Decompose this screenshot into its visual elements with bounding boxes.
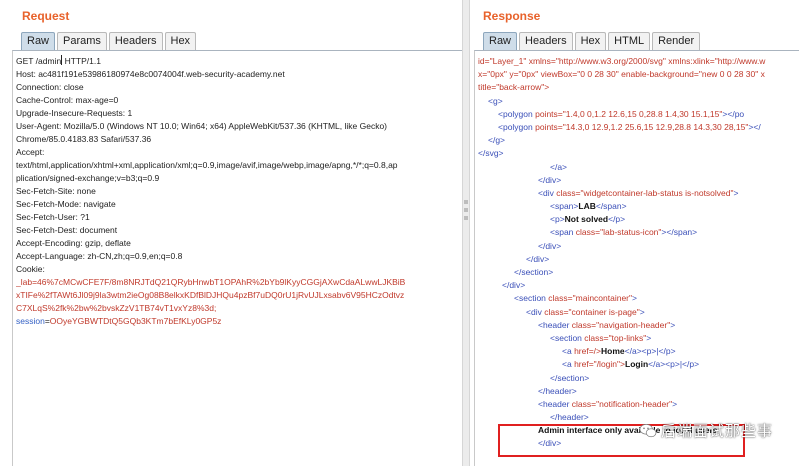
splitter-grip [464,216,468,220]
cookie-lab-value-end: C7XLqS%2fk%2bw%2bvskZzV1TB74vT1vxYz8%3d; [16,303,217,313]
tab-raw[interactable]: Raw [21,32,56,50]
response-pane: Response Raw Headers Hex HTML Render id=… [470,0,799,466]
connection-header: Connection: close [16,82,84,92]
response-title: Response [483,9,541,23]
code-line: <polygon points="1.4,0 0,1.2 12.6,15 0,2… [498,108,745,119]
accept-language-header: Accept-Language: zh-CN,zh;q=0.9,en;q=0.8 [16,251,183,261]
code-line: <polygon points="14.3,0 12.9,1.2 25.6,15… [498,121,761,132]
splitter-grip [464,208,468,212]
tab-hex[interactable]: Hex [574,32,607,50]
cache-control-header: Cache-Control: max-age=0 [16,95,119,105]
response-editor[interactable]: id="Layer_1" xmlns="http://www.w3.org/20… [474,50,799,466]
request-tabs: Raw Params Headers Hex [21,32,198,50]
code-line: <section class="top-links"> [550,332,652,343]
code-line: </g> [488,135,506,146]
session-cookie: session=OOyeYGBWTDtQ5GQb3KTm7bEfKLy0GP5z [16,316,222,326]
response-tabs: Raw Headers Hex HTML Render [483,32,702,50]
accept-value-continued: plication/signed-exchange;v=b3;q=0.9 [16,173,160,183]
code-line: </div> [538,174,562,185]
sec-fetch-site-header: Sec-Fetch-Site: none [16,186,96,196]
code-line: <header class="notification-header"> [538,398,678,409]
cookie-lab-value: _lab=46%7cMCwCFE7F/8m8NRJTdQ21QRybHnwbT1… [16,277,406,287]
code-line: id="Layer_1" xmlns="http://www.w3.org/20… [478,56,766,66]
code-line: <span class="lab-status-icon"></span> [550,227,698,238]
code-line: <div class="container is-page"> [526,306,645,317]
request-title: Request [22,9,70,23]
code-line: </div> [502,280,526,291]
sec-fetch-user-header: Sec-Fetch-User: ?1 [16,212,90,222]
request-line: GET /admin HTTP/1.1 [16,55,101,66]
pane-splitter[interactable] [462,0,470,466]
code-line: </div> [538,240,562,251]
code-line: <g> [488,95,503,106]
accept-encoding-header: Accept-Encoding: gzip, deflate [16,238,131,248]
code-line: </div> [526,253,550,264]
tab-headers[interactable]: Headers [108,32,163,50]
cookie-lab-value-continued: xTIFe%2fTAWt6Jl09j9la3wtm2ieOg08B8elkxKD… [16,290,405,300]
code-line: <div class="widgetcontainer-lab-status i… [538,187,739,198]
cookie-header: Cookie: [16,264,45,274]
code-line: <span>LAB</span> [550,201,627,212]
accept-value: text/html,application/xhtml+xml,applicat… [16,160,398,170]
sec-fetch-dest-header: Sec-Fetch-Dest: document [16,225,118,235]
tab-raw[interactable]: Raw [483,32,518,50]
request-editor[interactable]: GET /admin HTTP/1.1 Host: ac481f191e5398… [12,50,462,466]
watermark-text: 后端面试那些事 [660,423,773,440]
tab-hex[interactable]: Hex [164,32,197,50]
user-agent-header: User-Agent: Mozilla/5.0 (Windows NT 10.0… [16,121,388,131]
watermark: 后端面试那些事 [639,420,773,441]
splitter-grip [464,200,468,204]
sec-fetch-mode-header: Sec-Fetch-Mode: navigate [16,199,116,209]
tab-headers[interactable]: Headers [519,32,573,50]
wechat-icon [639,423,657,437]
request-pane: Request Raw Params Headers Hex GET /admi… [0,0,462,466]
code-line: <p>Not solved</p> [550,214,626,225]
host-header: Host: ac481f191e53986180974e8c0074004f.w… [16,69,285,79]
code-line: </section> [514,267,554,277]
user-agent-continued: Chrome/85.0.4183.83 Safari/537.36 [16,134,152,144]
code-line: <header class="navigation-header"> [538,319,676,330]
code-line: title="back-arrow"> [478,82,550,93]
code-line: </a> [550,161,568,172]
code-line: <a href="/login">Login</a><p>|</p> [562,359,700,370]
code-line: </svg> [478,148,504,159]
code-line: <a href=/>Home</a><p>|</p> [562,346,676,357]
tab-render[interactable]: Render [652,32,701,50]
code-line: </header> [538,385,577,396]
upgrade-insecure-header: Upgrade-Insecure-Requests: 1 [16,108,133,118]
tab-html[interactable]: HTML [608,32,651,50]
tab-params[interactable]: Params [57,32,107,50]
code-line: x="0px" y="0px" viewBox="0 0 28 30" enab… [478,69,765,80]
code-line: <section class="maincontainer"> [514,293,637,304]
code-line: </section> [550,372,590,383]
accept-header: Accept: [16,147,45,157]
